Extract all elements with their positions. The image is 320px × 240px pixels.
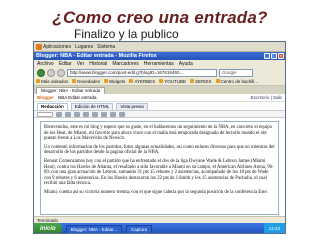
editor-tabs: Redacción Edición de HTML Vista previa [34,102,285,110]
panel-item-aplicaciones[interactable]: Aplicaciones [36,43,71,50]
blogger-header: Blogger NBA Editar entrada Escritorio | … [34,94,285,102]
bookmark-icon [72,79,77,83]
slide-subtitle: Finalizo y la publico [74,27,179,41]
bookmark-item[interactable]: YOUTUBE [159,79,186,84]
taskbar-item-captura[interactable]: Captura [125,224,152,233]
window-titlebar: Blogger: NBA - Editar entrada - Mozilla … [34,52,285,60]
bookmark-item[interactable]: Novedades [72,79,100,84]
bookmark-icon [129,79,134,83]
post-editor[interactable]: Bienvenidos, este es mi blog y espero qu… [40,121,279,215]
menu-marcadores[interactable]: Marcadores [112,61,138,67]
navigation-toolbar: http://www.blogger.com/post-edit.g?blogI… [34,67,285,78]
bookmark-icon [104,79,109,83]
bookmark-item[interactable]: AYERBES [129,79,155,84]
bookmark-item[interactable]: Más visitados [36,79,68,84]
tab-edicion-html[interactable]: Edición de HTML [70,103,114,110]
slide-title: ¿Como creo una entrada? [52,8,268,27]
post-paragraph: Renuat Comenzamos hoy con el partido que… [44,158,274,187]
browser-screenshot: Aplicaciones Lugares Sistema Blogger: NB… [33,41,286,234]
list-icon[interactable] [110,111,116,117]
search-input[interactable]: Google [219,68,253,77]
window-title: Blogger: NBA - Editar entrada - Mozilla … [36,53,157,59]
image-icon[interactable] [119,111,125,117]
bookmark-icon [159,79,164,83]
bookmarks-bar: Más visitados Novedades Widgets AYERBES … [34,78,285,86]
blogger-logo[interactable]: Blogger [37,95,54,100]
post-paragraph: Miami, cuenta así su victoria numero tre… [44,189,268,195]
panel-item-sistema[interactable]: Sistema [97,44,115,50]
font-select[interactable] [37,111,53,117]
start-button[interactable]: inicio [34,223,62,233]
tab-vista-previa[interactable]: Vista previa [116,103,148,110]
status-bar: Terminado [34,216,285,223]
bookmark-icon [215,79,220,83]
underline-icon[interactable] [74,111,80,117]
tab-redaccion[interactable]: Redacción [37,103,68,110]
bookmark-icon [190,79,195,83]
bookmark-icon [36,79,40,83]
menu-historial[interactable]: Historial [89,61,107,67]
menu-archivo[interactable]: Archivo [37,61,54,67]
editor-toolbar [34,110,285,118]
post-paragraph: Un comentó informacion de los partidos, … [44,144,275,156]
tab-blogger[interactable]: Blogger: NBA - Editar entrada [36,87,106,94]
italic-icon[interactable] [65,111,71,117]
taskbar-item-firefox[interactable]: Blogger: NBA - Editar... [65,224,122,233]
bookmark-item[interactable]: Widgets [104,79,125,84]
url-bar[interactable]: http://www.blogger.com/post-edit.g?blogI… [67,68,217,77]
blogger-user-links[interactable]: Escritorio | Salir [251,95,282,100]
taskbar-clock: 12:43 [263,223,285,233]
reload-icon[interactable] [57,68,65,77]
bookmark-item[interactable]: Centro de bachill... [215,79,258,84]
gnome-top-panel: Aplicaciones Lugares Sistema [34,42,285,52]
forward-icon[interactable] [47,68,55,77]
browser-tabs: Blogger: NBA - Editar entrada [34,86,285,94]
menu-bar: Archivo Editar Ver Historial Marcadores … [34,60,285,67]
close-icon[interactable]: × [278,53,284,59]
menu-ayuda[interactable]: Ayuda [179,61,193,67]
link-icon[interactable] [83,111,89,117]
align-center-icon[interactable] [101,111,107,117]
panel-item-lugares[interactable]: Lugares [75,44,93,50]
menu-herramientas[interactable]: Herramientas [144,61,174,67]
post-paragraph: Bienvenidos, este es mi blog y espero qu… [44,125,273,142]
align-left-icon[interactable] [92,111,98,117]
maximize-icon[interactable]: □ [271,53,277,59]
page-content: Blogger NBA Editar entrada Escritorio | … [34,94,285,216]
os-taskbar: inicio Blogger: NBA - Editar... Captura … [34,223,285,233]
bookmark-item[interactable]: SERIES [190,79,212,84]
minimize-icon[interactable]: _ [264,53,270,59]
bold-icon[interactable] [56,111,62,117]
menu-editar[interactable]: Editar [59,61,72,67]
blogger-head-text: NBA Editar entrada [58,95,97,100]
menu-ver[interactable]: Ver [77,61,85,67]
foot-icon [36,43,42,50]
back-icon[interactable] [37,68,45,77]
